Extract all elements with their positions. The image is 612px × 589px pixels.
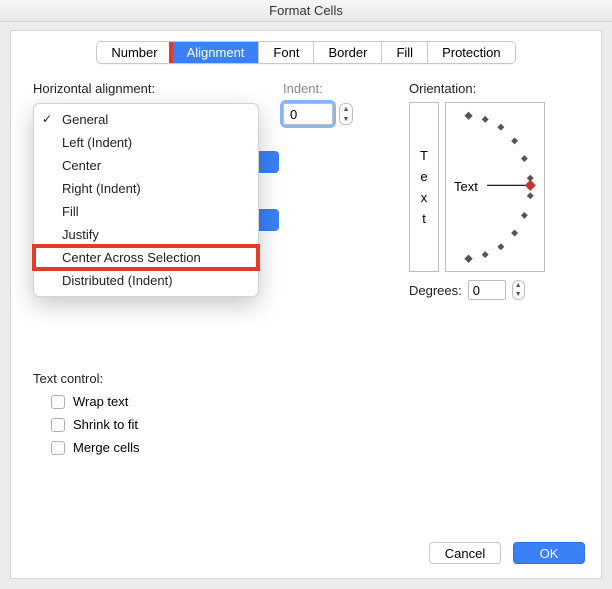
tab-font[interactable]: Font [259, 42, 314, 63]
menu-item-left-indent[interactable]: Left (Indent) [34, 131, 258, 154]
horizontal-alignment-menu: ✓ General Left (Indent) Center Right (In… [33, 103, 259, 297]
orientation-text-label: Text [454, 179, 478, 194]
degrees-stepper[interactable]: ▲ ▼ [512, 280, 525, 300]
menu-item-distributed-indent[interactable]: Distributed (Indent) [34, 269, 258, 292]
chevron-down-icon: ▼ [513, 290, 524, 299]
menu-item-label: General [62, 112, 108, 127]
chevron-up-icon: ▲ [513, 281, 524, 290]
menu-item-center[interactable]: Center [34, 154, 258, 177]
tab-bar: Number Alignment Font Border Fill Protec… [11, 41, 601, 64]
degrees-label: Degrees: [409, 283, 462, 298]
menu-item-justify[interactable]: Justify [34, 223, 258, 246]
text-control-group: Text control: Wrap text Shrink to fit Me… [33, 371, 139, 455]
orientation-dial[interactable]: Text [445, 102, 545, 272]
menu-item-label: Center Across Selection [62, 250, 201, 265]
checkbox-wrap-text[interactable] [51, 395, 65, 409]
degrees-input[interactable] [468, 280, 506, 300]
dialog-content: Number Alignment Font Border Fill Protec… [10, 30, 602, 579]
indent-label: Indent: [283, 81, 323, 96]
wrap-text-row[interactable]: Wrap text [33, 394, 139, 409]
tab-border[interactable]: Border [314, 42, 382, 63]
alignment-panel: Horizontal alignment: ✓ General Left (In… [33, 81, 579, 518]
merge-cells-row[interactable]: Merge cells [33, 440, 139, 455]
tab-number[interactable]: Number [97, 42, 172, 63]
menu-item-general[interactable]: ✓ General [34, 108, 258, 131]
vertical-text-letter: x [421, 190, 428, 205]
check-icon: ✓ [42, 110, 52, 129]
orientation-vertical-text[interactable]: T e x t [409, 102, 439, 272]
menu-item-label: Fill [62, 204, 79, 219]
indent-stepper[interactable]: ▲ ▼ [339, 103, 353, 125]
checkbox-label: Shrink to fit [73, 417, 138, 432]
indent-input[interactable] [283, 103, 333, 125]
cancel-button[interactable]: Cancel [429, 542, 501, 564]
menu-item-label: Left (Indent) [62, 135, 132, 150]
format-cells-window: Format Cells Number Alignment Font Borde… [0, 0, 612, 589]
checkbox-label: Wrap text [73, 394, 128, 409]
checkbox-merge-cells[interactable] [51, 441, 65, 455]
orientation-label: Orientation: [409, 81, 579, 96]
horizontal-alignment-label: Horizontal alignment: [33, 81, 155, 96]
dialog-footer: Cancel OK [429, 542, 585, 564]
chevron-down-icon: ▼ [340, 114, 352, 124]
chevron-up-icon: ▲ [340, 104, 352, 114]
text-control-label: Text control: [33, 371, 139, 386]
vertical-text-letter: e [420, 169, 427, 184]
tab-protection[interactable]: Protection [428, 42, 515, 63]
checkbox-shrink-to-fit[interactable] [51, 418, 65, 432]
tab-alignment[interactable]: Alignment [173, 42, 260, 63]
orientation-group: Orientation: T e x t [409, 81, 579, 300]
menu-item-label: Justify [62, 227, 99, 242]
indent-group: Indent: ▲ ▼ [283, 81, 323, 96]
shrink-to-fit-row[interactable]: Shrink to fit [33, 417, 139, 432]
menu-item-label: Distributed (Indent) [62, 273, 173, 288]
tab-fill[interactable]: Fill [382, 42, 428, 63]
window-title: Format Cells [0, 0, 612, 22]
ok-button[interactable]: OK [513, 542, 585, 564]
menu-item-label: Center [62, 158, 101, 173]
menu-item-center-across-selection[interactable]: Center Across Selection [34, 246, 258, 269]
menu-item-right-indent[interactable]: Right (Indent) [34, 177, 258, 200]
checkbox-label: Merge cells [73, 440, 139, 455]
menu-item-label: Right (Indent) [62, 181, 141, 196]
menu-item-fill[interactable]: Fill [34, 200, 258, 223]
vertical-text-letter: T [420, 148, 428, 163]
vertical-text-letter: t [422, 211, 426, 226]
tab-segmented-control: Number Alignment Font Border Fill Protec… [96, 41, 515, 64]
